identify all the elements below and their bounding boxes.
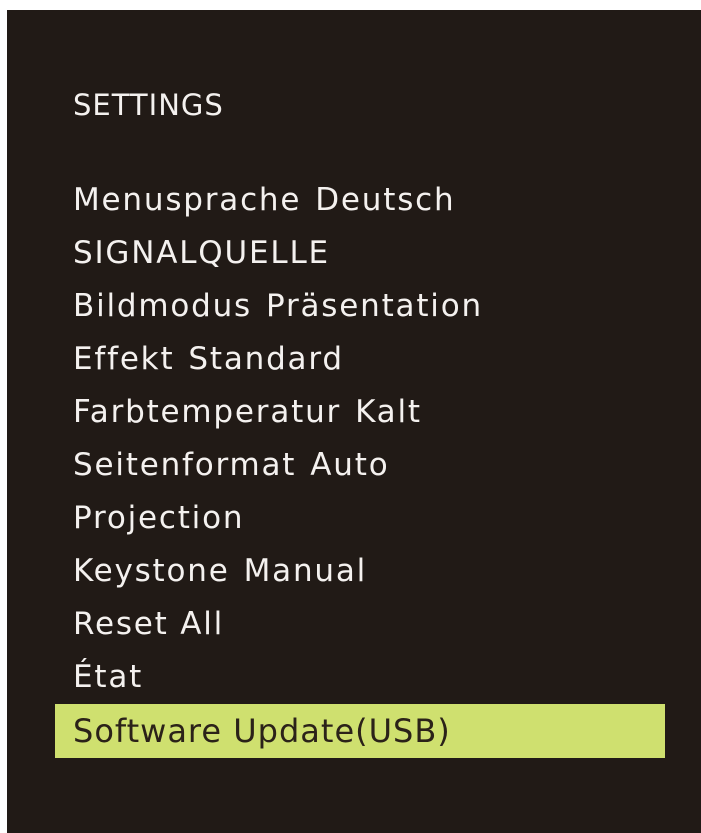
menu-item-farbtemperatur[interactable]: Farbtemperatur Kalt [55, 386, 665, 439]
menu-item-label: Farbtemperatur [73, 394, 342, 430]
menu-item-label: Software Update(USB) [73, 712, 451, 750]
settings-menu: Menusprache Deutsch SIGNALQUELLE Bildmodu… [55, 174, 665, 758]
menu-item-signalquelle[interactable]: SIGNALQUELLE [55, 227, 665, 280]
settings-osd-panel: SETTINGS Menusprache Deutsch SIGNALQUELLE… [7, 10, 701, 833]
menu-item-value: Kalt [355, 394, 422, 430]
menu-item-seitenformat[interactable]: Seitenformat Auto [55, 439, 665, 492]
menu-item-label: Menusprache [73, 182, 302, 218]
menu-item-label: Projection [73, 500, 245, 536]
menu-item-reset-all[interactable]: Reset All [55, 598, 665, 651]
menu-item-label: Bildmodus [73, 288, 253, 324]
menu-item-etat[interactable]: État [55, 651, 665, 704]
menu-item-label: État [73, 659, 144, 695]
menu-item-projection[interactable]: Projection [55, 492, 665, 545]
menu-item-software-update-usb[interactable]: Software Update(USB) [55, 704, 665, 758]
menu-item-keystone[interactable]: Keystone Manual [55, 545, 665, 598]
menu-item-effekt[interactable]: Effekt Standard [55, 333, 665, 386]
menu-item-label: Keystone [73, 553, 230, 589]
menu-item-label: Effekt [73, 341, 175, 377]
menu-item-value: Präsentation [266, 288, 483, 324]
menu-title: SETTINGS [73, 88, 224, 122]
menu-item-value: Deutsch [315, 182, 456, 218]
menu-item-menusprache[interactable]: Menusprache Deutsch [55, 174, 665, 227]
menu-item-label: Seitenformat [73, 447, 297, 483]
menu-item-value: Manual [243, 553, 368, 589]
menu-item-value: Auto [310, 447, 390, 483]
menu-item-label: SIGNALQUELLE [73, 235, 330, 271]
menu-item-label: Reset All [73, 606, 225, 642]
menu-item-bildmodus[interactable]: Bildmodus Präsentation [55, 280, 665, 333]
menu-item-value: Standard [188, 341, 344, 377]
